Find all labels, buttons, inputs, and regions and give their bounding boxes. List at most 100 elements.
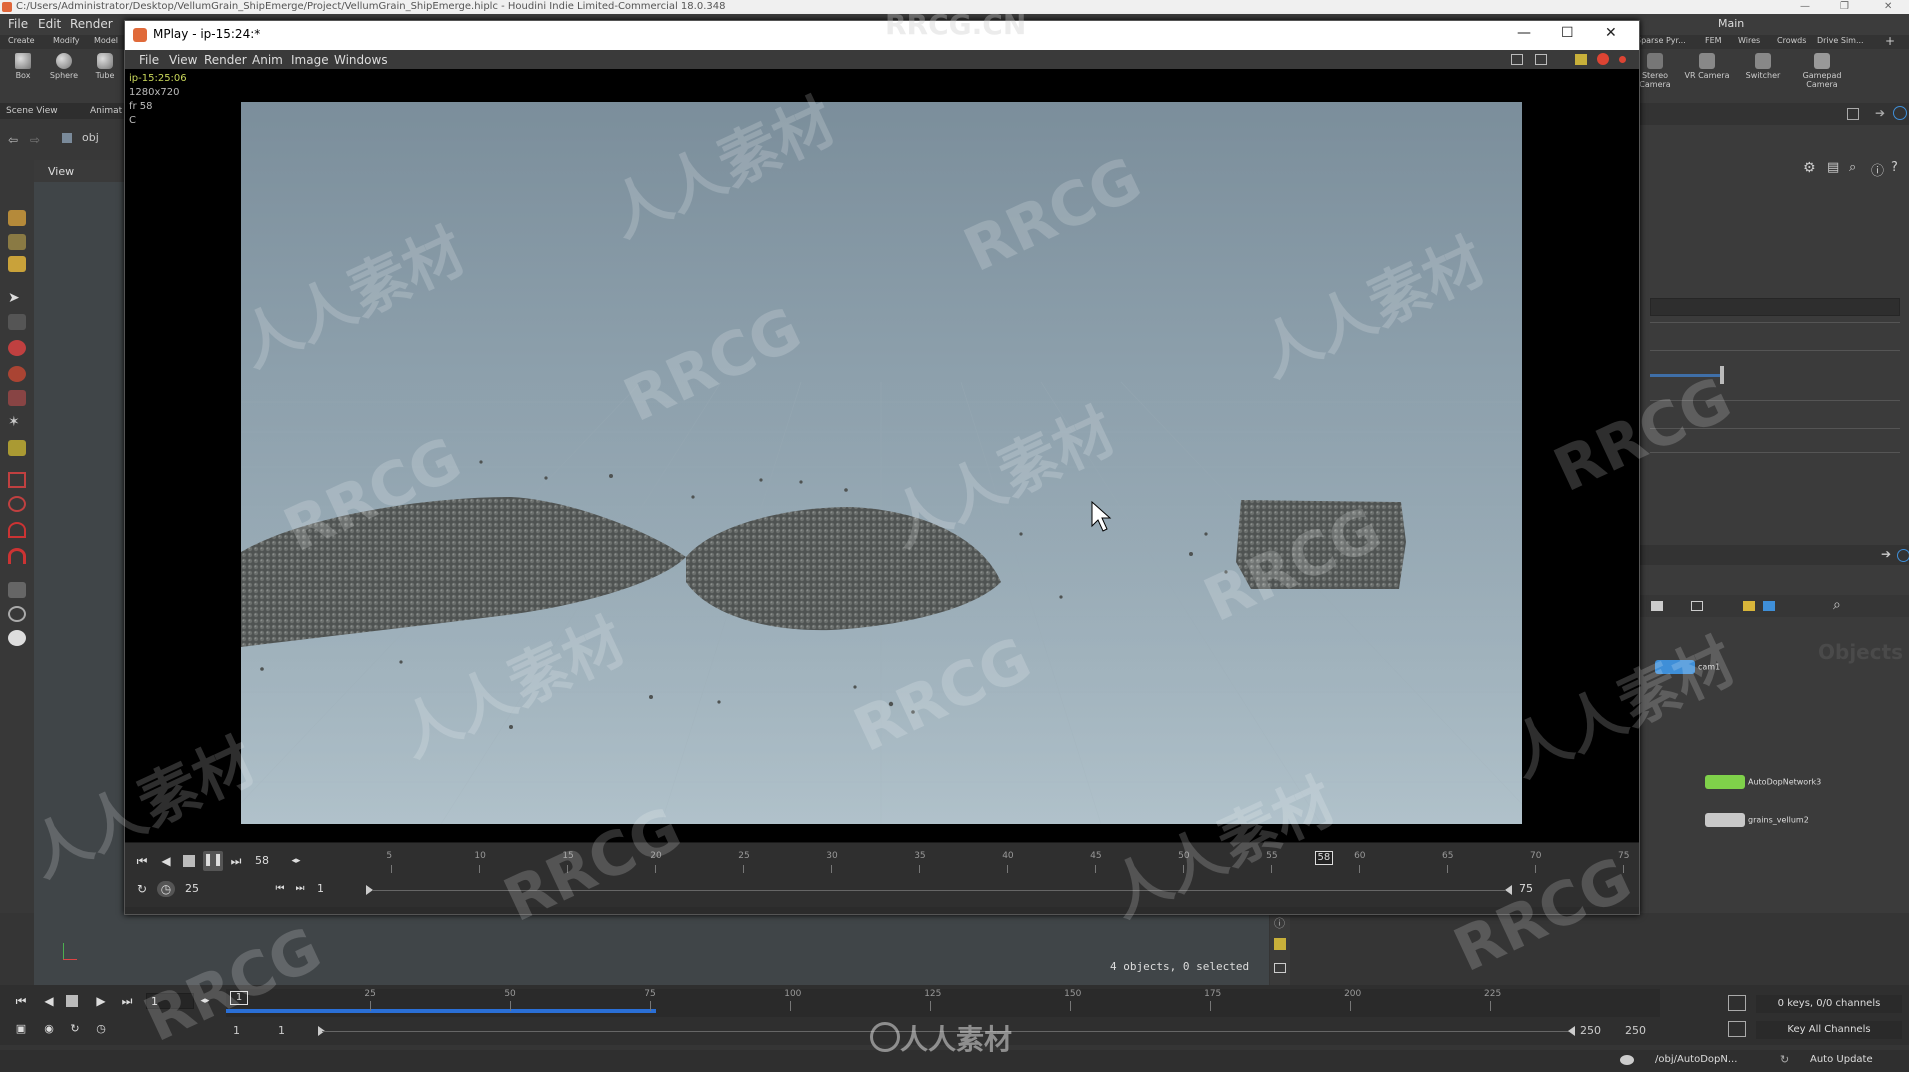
move-tool-icon[interactable] (8, 234, 26, 250)
mplay-fps-field[interactable]: 25 (181, 881, 221, 897)
desktop-selector[interactable]: Main (1718, 17, 1744, 30)
forward-arrow-icon[interactable]: ⇨ (30, 133, 40, 147)
add-shelf-icon[interactable]: + (1885, 34, 1895, 48)
global-timeline-track[interactable]: 1 25 50 75 100 125 150 175 200 225 (226, 989, 1660, 1017)
mplay-start-frame[interactable]: 1 (313, 881, 363, 897)
slider-handle[interactable] (1720, 366, 1724, 384)
mplay-realtime-icon[interactable]: ◷ (157, 881, 175, 897)
mplay-menu-anim[interactable]: Anim (252, 53, 283, 67)
shelf-tab-fem[interactable]: FEM (1705, 36, 1722, 45)
shelf-tab-wires[interactable]: Wires (1738, 36, 1760, 45)
viewport-snapshot-icon[interactable] (1274, 963, 1286, 973)
parameter-field[interactable] (1650, 298, 1900, 316)
realtime-toggle-icon[interactable]: ▣ (12, 1021, 30, 1037)
switcher-tool[interactable]: Switcher (1743, 53, 1783, 80)
list-view-icon[interactable] (1651, 601, 1663, 611)
global-start-frame[interactable]: 1 (233, 1024, 240, 1037)
mplay-range-start-icon[interactable]: ⏮ (271, 881, 289, 897)
pin-panel-icon[interactable]: ➔ (1875, 106, 1885, 120)
shelf-tab-modify[interactable]: Modify (53, 36, 80, 45)
main-close-icon[interactable]: ✕ (1884, 0, 1892, 14)
help-icon[interactable]: ? (1891, 160, 1898, 175)
status-path[interactable]: /obj/AutoDopN... (1655, 1054, 1737, 1065)
loop-icon[interactable]: ↻ (66, 1021, 84, 1037)
network-link-icon[interactable] (1897, 549, 1909, 562)
camera-view-icon[interactable] (8, 582, 26, 598)
menu-file[interactable]: File (8, 17, 28, 31)
shelf-tab-model[interactable]: Model (94, 36, 118, 45)
play-button[interactable]: ▶ (92, 993, 110, 1009)
node-cam1[interactable]: cam1 (1655, 660, 1720, 674)
search-icon[interactable]: ⌕ (1849, 160, 1856, 175)
scene-viewport[interactable]: View (34, 160, 124, 980)
magnet-icon[interactable] (8, 522, 26, 538)
shelf-tab-crowds[interactable]: Crowds (1777, 36, 1806, 45)
select-tool-icon[interactable] (8, 210, 26, 226)
pose-tool-icon[interactable] (8, 256, 26, 272)
mplay-end-frame[interactable]: 75 (1515, 881, 1555, 897)
view-menu[interactable]: View (48, 165, 74, 178)
rendered-frame[interactable] (241, 102, 1522, 824)
global-start-frame-2[interactable]: 1 (278, 1024, 285, 1037)
note-icon[interactable] (1743, 601, 1755, 611)
mplay-menu-file[interactable]: File (139, 53, 159, 67)
range-slider[interactable] (322, 1031, 1570, 1032)
key-all-channels-menu[interactable]: Key All Channels (1756, 1021, 1902, 1039)
lock-icon[interactable] (8, 314, 26, 330)
node-autodopnetwork3[interactable]: AutoDopNetwork3 (1705, 775, 1821, 789)
global-end-frame-2[interactable]: 250 (1625, 1024, 1646, 1037)
paint-icon[interactable] (8, 340, 26, 356)
stereo-camera-tool[interactable]: Stereo Camera (1635, 53, 1675, 89)
tab-animation[interactable]: Animat (90, 106, 122, 116)
node-grains-vellum2[interactable]: grains_vellum2 (1705, 813, 1809, 827)
skeleton-icon[interactable]: ✶ (8, 414, 26, 430)
sculpt-icon[interactable] (8, 366, 26, 382)
help-book-icon[interactable]: ▤ (1827, 160, 1839, 175)
pin-icon[interactable] (8, 440, 26, 456)
main-maximize-icon[interactable]: ❐ (1840, 0, 1849, 14)
range-end-handle[interactable] (1568, 1026, 1575, 1036)
viewport-info-icon[interactable]: ⓘ (1274, 915, 1285, 931)
dropdown-icon[interactable] (1847, 108, 1859, 120)
lasso-icon[interactable] (8, 496, 26, 512)
mplay-pause-button[interactable]: ❚❚ (203, 851, 223, 871)
mplay-range-end-handle[interactable] (1505, 885, 1512, 895)
grid-view-icon[interactable] (1691, 601, 1703, 611)
arrow-pointer-icon[interactable]: ➤ (8, 290, 26, 306)
mplay-range-start-handle[interactable] (366, 885, 373, 895)
mplay-range-slider[interactable] (373, 890, 1505, 891)
mplay-record-icon[interactable] (1619, 56, 1626, 63)
handle-icon[interactable] (8, 390, 26, 406)
viewport-lower[interactable] (34, 913, 1269, 985)
mplay-loop-icon[interactable]: ↻ (133, 881, 151, 897)
tube-tool[interactable]: Tube (90, 53, 120, 80)
menu-render[interactable]: Render (70, 17, 113, 31)
mplay-layout-icon[interactable] (1511, 54, 1523, 65)
play-reverse-button[interactable]: ◀ (40, 993, 58, 1009)
menu-edit[interactable]: Edit (38, 17, 61, 31)
mplay-goto-start-button[interactable]: ⏮ (133, 853, 151, 869)
current-frame-field[interactable]: 1 (146, 993, 194, 1009)
stop-button[interactable] (66, 995, 78, 1007)
back-arrow-icon[interactable]: ⇦ (8, 133, 18, 147)
mplay-minimize-icon[interactable]: — (1517, 25, 1531, 41)
flipbook-icon[interactable] (8, 630, 26, 646)
mplay-frame-marker[interactable]: 58 (1314, 851, 1333, 865)
main-minimize-icon[interactable]: — (1800, 0, 1810, 14)
viewport-layout-icon[interactable] (1274, 938, 1286, 950)
goto-start-button[interactable]: ⏮ (12, 993, 30, 1009)
image-icon[interactable] (1763, 601, 1775, 611)
mplay-range-end-icon[interactable]: ⏭ (291, 881, 309, 897)
shelf-tab-create[interactable]: Create (8, 36, 35, 45)
mplay-folder-icon[interactable] (1575, 54, 1587, 65)
tab-scene-view[interactable]: Scene View (6, 106, 58, 116)
mplay-step-buttons[interactable]: ◂▸ (287, 853, 305, 869)
mplay-goto-end-button[interactable]: ⏭ (227, 853, 245, 869)
keys-channels-readout[interactable]: 0 keys, 0/0 channels (1756, 995, 1902, 1013)
channel-list-icon[interactable] (1728, 995, 1746, 1011)
mplay-current-frame[interactable]: 58 (251, 853, 285, 869)
render-region-icon[interactable] (8, 472, 26, 488)
sphere-tool[interactable]: Sphere (49, 53, 79, 80)
mplay-menu-image[interactable]: Image (291, 53, 329, 67)
step-back-button[interactable]: ◂▸ (196, 993, 214, 1009)
